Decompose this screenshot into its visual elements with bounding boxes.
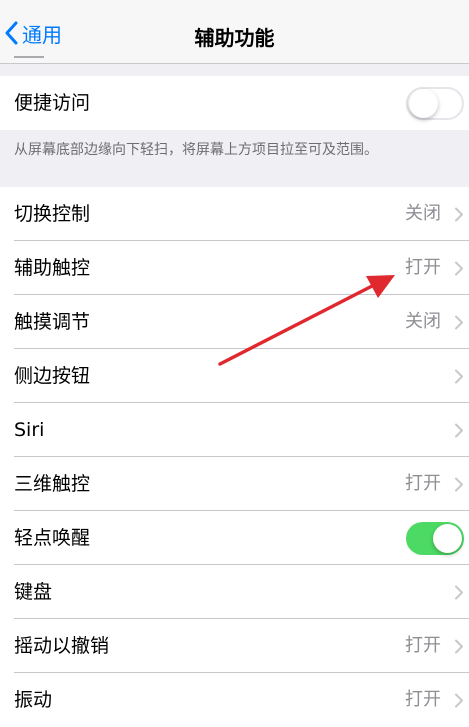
chevron-right-icon [455, 261, 463, 276]
chevron-right-icon [455, 585, 463, 600]
toggle-knob [409, 89, 438, 118]
row-label: 键盘 [14, 581, 53, 603]
chevron-right-icon [455, 639, 463, 654]
row-label: 振动 [14, 689, 53, 711]
settings-row[interactable]: 辅助触控 打开 [0, 241, 469, 295]
reachability-group: 便捷访问 [0, 76, 469, 130]
settings-row[interactable]: 轻点唤醒 [0, 511, 469, 565]
reachability-toggle[interactable] [406, 87, 464, 120]
settings-row[interactable]: 切换控制 关闭 [0, 187, 469, 241]
row-value: 打开 [405, 473, 441, 494]
chevron-right-icon [455, 315, 463, 330]
settings-list: 切换控制 关闭 辅助触控 打开 触摸调节 关闭 侧边按钮 Siri 三维触控 打… [0, 187, 469, 727]
settings-row[interactable]: Siri [0, 403, 469, 457]
row-label: 侧边按钮 [14, 365, 91, 387]
settings-row[interactable]: 键盘 [0, 565, 469, 619]
row-value: 打开 [405, 257, 441, 278]
toggle-knob [433, 524, 462, 553]
row-label: 三维触控 [14, 473, 91, 495]
chevron-right-icon [455, 369, 463, 384]
row-label: Siri [14, 419, 45, 441]
reachability-footer: 从屏幕底部边缘向下轻扫，将屏幕上方项目拉至可及范围。 [14, 142, 378, 158]
row-value: 关闭 [405, 203, 441, 224]
settings-row[interactable]: 侧边按钮 [0, 349, 469, 403]
row-label: 摇动以撤销 [14, 635, 110, 657]
row-label: 轻点唤醒 [14, 527, 91, 549]
chevron-right-icon [455, 693, 463, 708]
row-value: 关闭 [405, 311, 441, 332]
partial-section-header [14, 56, 44, 62]
tap-to-wake-toggle[interactable] [406, 522, 464, 555]
navigation-bar: 通用 辅助功能 [0, 0, 469, 64]
chevron-right-icon [455, 477, 463, 492]
settings-row[interactable]: 振动 打开 [0, 673, 469, 727]
row-label: 便捷访问 [14, 92, 91, 114]
settings-row[interactable]: 触摸调节 关闭 [0, 295, 469, 349]
row-label: 触摸调节 [14, 311, 91, 333]
page-title: 辅助功能 [194, 26, 275, 50]
row-label: 辅助触控 [14, 257, 91, 279]
settings-row[interactable]: 三维触控 打开 [0, 457, 469, 511]
row-value: 打开 [405, 689, 441, 710]
settings-row[interactable]: 摇动以撤销 打开 [0, 619, 469, 673]
row-value: 打开 [405, 635, 441, 656]
row-label: 切换控制 [14, 203, 91, 225]
reachability-row[interactable]: 便捷访问 [0, 76, 469, 130]
chevron-right-icon [455, 207, 463, 222]
chevron-right-icon [455, 423, 463, 438]
